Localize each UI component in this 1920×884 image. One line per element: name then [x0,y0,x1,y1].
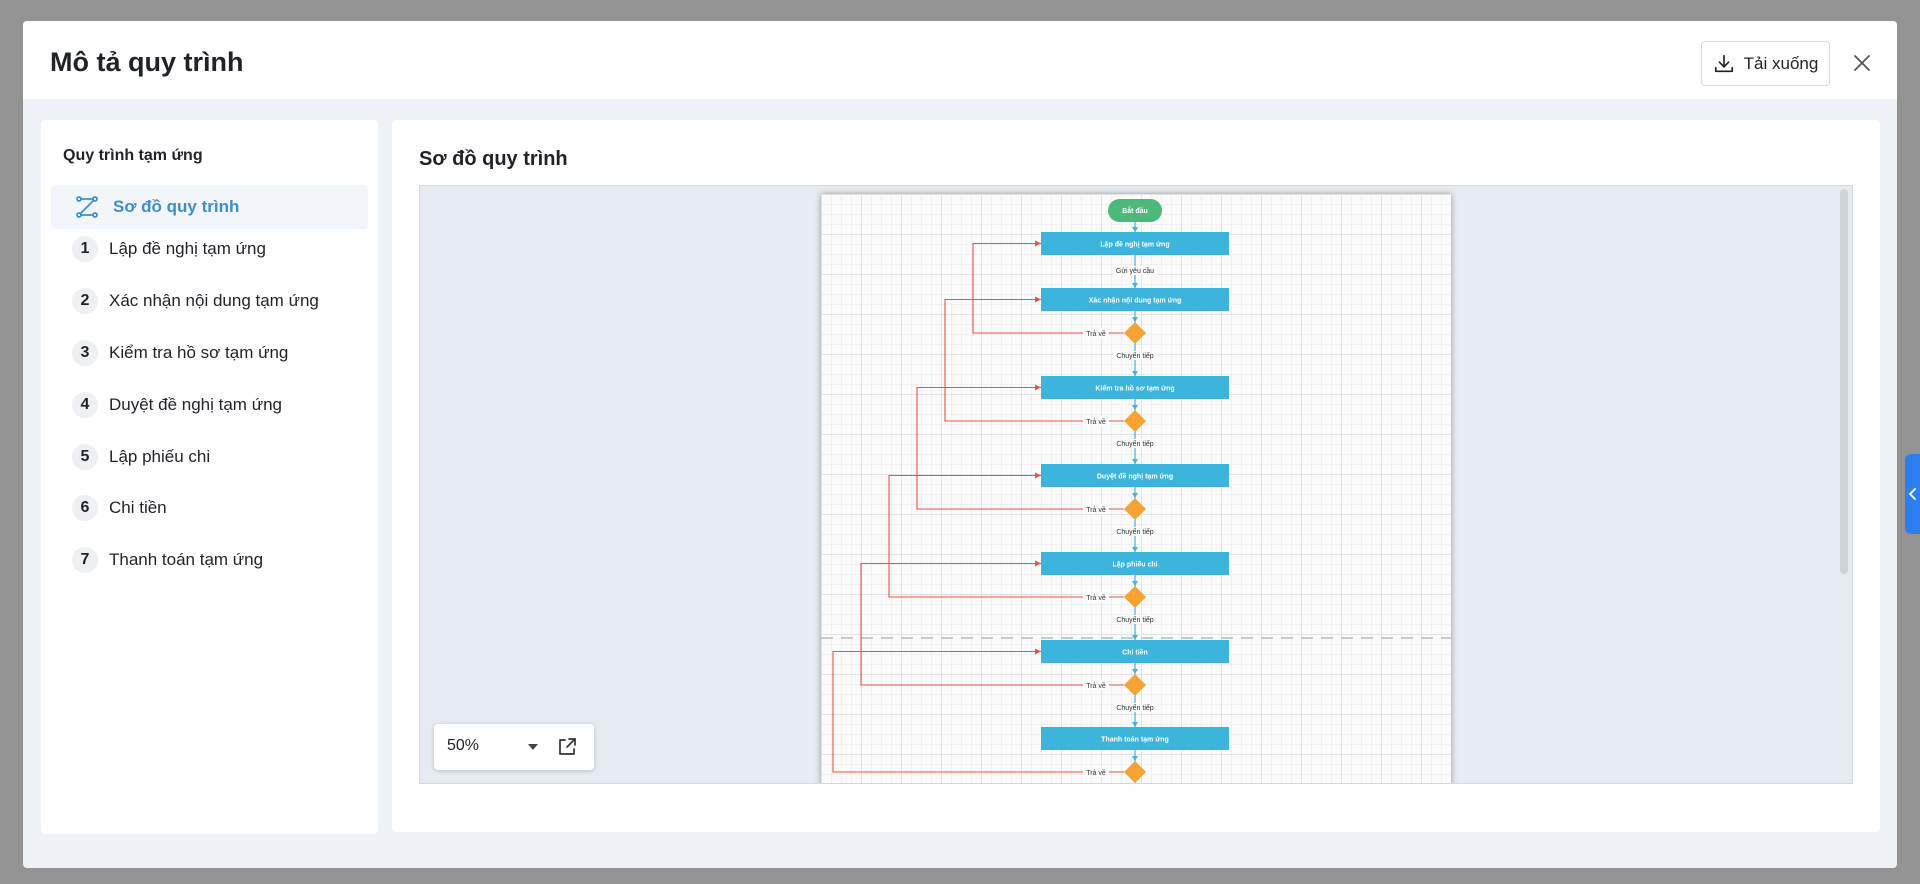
decision-diamond [1124,761,1146,783]
start-node-label: Bắt đầu [1122,206,1148,215]
process-sidebar: Quy trình tạm ứng Sơ đồ quy trình 1 Lập … [41,120,378,834]
step-label: Xác nhận nội dung tạm ứng [109,291,319,310]
zoom-control: 50% [434,724,594,770]
close-button[interactable] [1849,50,1875,76]
return-label: Trả về [1086,505,1106,514]
side-panel-toggle[interactable] [1905,454,1920,534]
flowchart: Bắt đầu Trả về Trả về Trả về Trả về Trả về Trả… [821,199,1451,783]
return-label: Trả về [1086,681,1106,690]
flow-arrow [1132,756,1138,761]
step-number: 2 [72,288,98,314]
flow-arrow [1132,581,1138,586]
return-arrow [1035,240,1041,247]
step-box-label: Lập đề nghị tạm ứng [1100,240,1169,249]
sidebar-step-4[interactable]: 4 Duyệt đề nghị tạm ứng [72,390,282,420]
caret-down-icon [528,744,538,750]
step-box-label: Kiểm tra hồ sơ tạm ứng [1095,384,1174,393]
forward-label: Chuyển tiếp [1116,351,1153,360]
zoom-value[interactable]: 50% [447,737,479,755]
step-label: Thanh toán tạm ứng [109,550,264,569]
sidebar-item-label: Sơ đồ quy trình [113,197,240,216]
flow-arrow [1132,459,1138,464]
sidebar-step-7[interactable]: 7 Thanh toán tạm ứng [72,545,263,575]
flow-arrow [1132,405,1138,410]
sidebar-step-5[interactable]: 5 Lập phiếu chi [72,442,210,472]
return-arrow [1035,560,1041,567]
step-label: Duyệt đề nghị tạm ứng [109,395,282,414]
step-number: 3 [72,340,98,366]
diagram-panel: Sơ đồ quy trình Bắt đầu Trả về Trả về Trả v… [392,120,1880,832]
return-line [916,386,1124,510]
step-box-label: Xác nhận nội dung tạm ứng [1089,298,1182,305]
return-label: Trả về [1086,417,1106,426]
decision-diamond [1124,674,1146,696]
return-arrow [1035,648,1041,655]
decision-diamond [1124,322,1146,344]
return-label: Trả về [1086,593,1106,602]
sidebar-step-6[interactable]: 6 Chi tiền [72,493,167,523]
step-number: 7 [72,547,98,573]
vertical-scrollbar[interactable] [1840,189,1848,574]
step-number: 4 [72,392,98,418]
flow-arrow [1132,283,1138,288]
zoom-dropdown[interactable] [524,738,542,756]
download-icon [1714,54,1733,72]
return-line [944,298,1124,422]
return-arrow [1035,296,1041,303]
modal-header: Mô tả quy trình Tải xuống [23,21,1897,99]
return-line [888,474,1124,598]
return-label: Trả về [1086,768,1106,777]
step-label: Lập đề nghị tạm ứng [109,239,266,258]
step-box-label: Duyệt đề nghị tạm ứng [1097,472,1173,481]
return-line [860,562,1124,686]
sidebar-item-diagram[interactable]: Sơ đồ quy trình [51,185,368,229]
forward-label: Chuyển tiếp [1116,439,1153,448]
decision-diamond [1124,586,1146,608]
process-modal: Mô tả quy trình Tải xuống Quy trình tạm … [23,21,1897,868]
open-external-icon[interactable] [556,736,578,758]
sidebar-title: Quy trình tạm ứng [63,147,203,164]
step-label: Chi tiền [109,498,167,517]
step-label: Kiểm tra hồ sơ tạm ứng [109,343,289,362]
flow-arrow [1132,493,1138,498]
forward-label: Chuyển tiếp [1116,527,1153,536]
flow-icon [76,196,98,218]
step-number: 1 [72,236,98,262]
flow-arrow [1132,669,1138,674]
flow-arrow [1132,371,1138,376]
step-number: 6 [72,495,98,521]
chevron-left-icon [1908,488,1916,500]
forward-label: Chuyển tiếp [1116,615,1153,624]
forward-label: Chuyển tiếp [1116,703,1153,712]
return-label: Trả về [1086,329,1106,338]
diagram-viewer[interactable]: Bắt đầu Trả về Trả về Trả về Trả về Trả về Trả… [419,185,1853,784]
step-box-label: Lập phiếu chi [1112,561,1157,569]
step-box-label: Thanh toán tạm ứng [1101,737,1169,744]
decision-diamond [1124,498,1146,520]
download-button[interactable]: Tải xuống [1701,41,1830,86]
sidebar-step-1[interactable]: 1 Lập đề nghị tạm ứng [72,234,266,264]
return-arrow [1035,384,1041,391]
diagram-title: Sơ đồ quy trình [419,148,568,170]
flow-arrow [1132,317,1138,322]
decision-diamond [1124,410,1146,432]
step-number: 5 [72,444,98,470]
flow-arrow [1132,547,1138,552]
download-label: Tải xuống [1743,53,1819,73]
step-label: Lập phiếu chi [109,447,211,466]
flow-arrow [1132,722,1138,727]
step-box-label: Chi tiền [1122,648,1148,657]
diagram-canvas: Bắt đầu Trả về Trả về Trả về Trả về Trả về Trả… [821,194,1451,783]
flow-arrow [1132,227,1138,232]
modal-title: Mô tả quy trình [50,47,244,77]
return-arrow [1035,472,1041,479]
sidebar-step-2[interactable]: 2 Xác nhận nội dung tạm ứng [72,286,319,316]
close-icon [1854,55,1870,71]
send-label: Gửi yêu cầu [1116,266,1154,275]
return-line [832,650,1124,773]
sidebar-step-3[interactable]: 3 Kiểm tra hồ sơ tạm ứng [72,338,288,368]
